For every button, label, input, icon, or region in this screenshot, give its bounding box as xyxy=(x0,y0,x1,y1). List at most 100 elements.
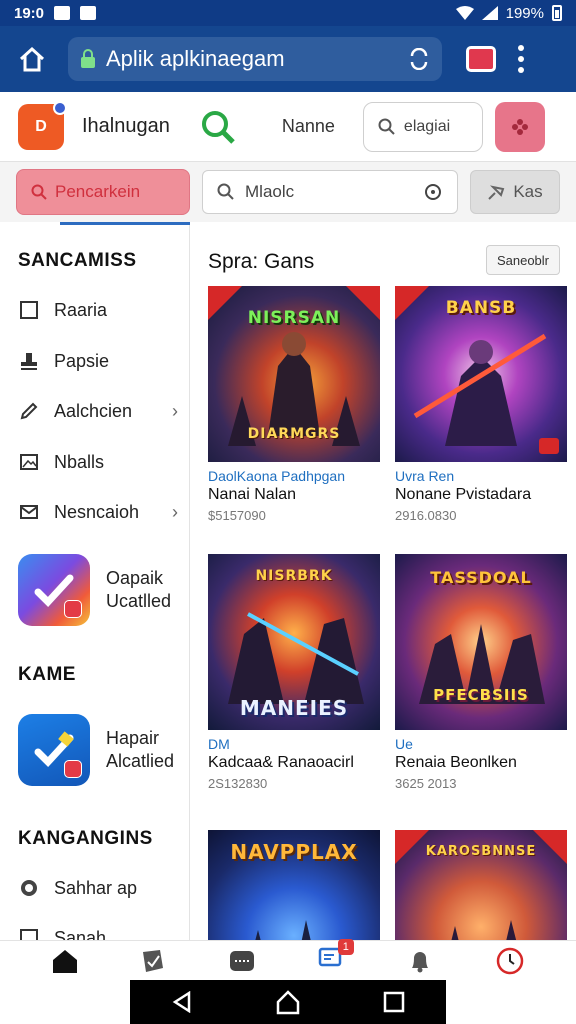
logo-text: D xyxy=(35,117,47,135)
status-time: 19:0 xyxy=(14,4,45,22)
url-bar[interactable]: Aplik aplkinaegam xyxy=(68,37,442,81)
game-cover-title: NISRBRK xyxy=(255,568,333,584)
game-price: 2916.0830 xyxy=(395,508,457,523)
tabs-button[interactable] xyxy=(466,46,496,72)
search-input[interactable]: Mlaolc xyxy=(202,170,458,214)
system-nav-bar xyxy=(130,980,446,1024)
game-name: Renaia Beonlken xyxy=(395,754,517,771)
game-name: Kadcaa& Ranaoacirl xyxy=(208,754,354,771)
search-icon[interactable] xyxy=(200,109,236,145)
game-cover-title: TASSDOAL xyxy=(430,568,532,587)
register-button[interactable]: elagiai xyxy=(362,101,483,152)
register-label: elagiai xyxy=(403,117,451,135)
app-header: D Ihalnugan Nanne elagiai xyxy=(0,92,576,162)
settings-button[interactable] xyxy=(494,101,545,152)
game-cover-title: BANSB xyxy=(445,298,517,318)
game-name: Nonane Pvistadara xyxy=(395,486,532,503)
page-title: Spra: Gans xyxy=(208,250,315,273)
app-label: Hapair Alcatlied xyxy=(106,727,175,771)
wifi-icon xyxy=(455,6,474,20)
game-cover-subtitle: DIARMGRS xyxy=(247,426,341,442)
reload-icon[interactable] xyxy=(408,48,430,70)
main-content: Spra: Gans Saneoblr NISRSAN DIARMGRS Dao… xyxy=(190,222,576,940)
home-icon[interactable] xyxy=(51,948,79,974)
game-card[interactable]: TASSDOAL PFECBSIIS Ue Renaia Beonlken 36… xyxy=(395,554,567,791)
pin-icon xyxy=(488,185,505,200)
book-icon[interactable] xyxy=(140,948,166,974)
sidebar-item-sahhar[interactable]: Sahhar ap xyxy=(18,870,178,906)
overflow-menu-button[interactable] xyxy=(518,45,524,73)
sort-button[interactable]: Saneoblr xyxy=(486,245,560,275)
game-name: Nanai Nalan xyxy=(208,486,297,503)
sidebar-item-label: Aalchcien xyxy=(54,400,133,421)
game-cover-title: KAROSBNNSE xyxy=(425,844,537,859)
nav-spacer-left xyxy=(0,980,130,1024)
bell-icon[interactable] xyxy=(407,948,433,974)
app-label: Oapaik Ucatlled xyxy=(106,567,172,611)
sidebar-item-nballs[interactable]: Nballs xyxy=(18,444,178,480)
sidebar-section-title: KANGANGINS xyxy=(18,828,153,849)
check-app-icon xyxy=(18,554,90,626)
game-cover-title: NISRSAN xyxy=(247,308,341,328)
clock-icon[interactable] xyxy=(495,946,525,976)
game-card[interactable]: NISRSAN DIARMGRS DaolKaona Padhpgan Nana… xyxy=(208,286,380,523)
logo-dot-icon xyxy=(53,100,67,115)
messages-badge: 1 xyxy=(337,939,354,955)
game-price: $5157090 xyxy=(208,508,266,523)
tab-underline xyxy=(60,222,190,225)
game-developer: DM xyxy=(208,736,230,752)
sidebar-item-nesncaioh[interactable]: Nesncaioh › xyxy=(18,494,178,530)
coin-icon xyxy=(18,877,40,899)
browser-toolbar: Aplik aplkinaegam xyxy=(0,26,576,92)
game-card[interactable]: BANSB Uvra Ren Nonane Pvistadara 2916.08… xyxy=(395,286,567,523)
chevron-right-icon: › xyxy=(172,501,178,522)
stamp-icon xyxy=(18,350,40,372)
app-title: Ihalnugan xyxy=(82,115,170,137)
filter-button[interactable]: Kas xyxy=(470,170,560,214)
messages-button[interactable]: 1 xyxy=(318,939,354,976)
search-input-value: Mlaolc xyxy=(245,182,295,201)
game-card[interactable]: NAVPPLAX xyxy=(208,830,380,940)
search-icon xyxy=(378,118,395,135)
game-cover-image: TASSDOAL PFECBSIIS xyxy=(395,554,567,730)
game-card[interactable]: NISRBRK MANEIES DM Kadcaa& Ranaoacirl 2S… xyxy=(208,554,380,791)
home-icon xyxy=(19,46,45,72)
check-app-icon xyxy=(18,714,90,786)
game-cover-image: NISRSAN DIARMGRS xyxy=(208,286,380,462)
game-card[interactable]: KAROSBNNSE xyxy=(395,830,567,940)
game-cover-image: NAVPPLAX xyxy=(208,830,380,940)
sidebar-app-2[interactable]: Hapair Alcatlied xyxy=(18,712,188,788)
game-developer: Ue xyxy=(395,736,413,752)
back-icon[interactable] xyxy=(171,991,193,1013)
sidebar-item-label: Nballs xyxy=(54,451,105,472)
home-button[interactable] xyxy=(12,39,52,79)
ticket-icon[interactable] xyxy=(228,948,256,974)
game-cover-image: KAROSBNNSE xyxy=(395,830,567,940)
pencil-icon xyxy=(18,400,40,422)
url-text: Aplik aplkinaegam xyxy=(106,46,285,71)
sidebar-section-title: KAME xyxy=(18,664,76,685)
chevron-right-icon: › xyxy=(172,400,178,421)
nav-spacer-right xyxy=(446,980,576,1024)
mail-icon xyxy=(18,501,40,523)
search-icon xyxy=(31,184,47,200)
square-icon xyxy=(18,299,40,321)
sidebar-section-title: SANCAMISS xyxy=(18,250,137,271)
battery-icon xyxy=(552,5,562,21)
status-bar: 19:0 199% xyxy=(0,0,576,26)
game-cover-image: NISRBRK MANEIES xyxy=(208,554,380,730)
name-link[interactable]: Nanne xyxy=(282,116,335,137)
sidebar-item-papsie[interactable]: Papsie xyxy=(18,343,178,379)
sidebar-item-label: Papsie xyxy=(54,350,110,371)
sidebar-item-aalchcien[interactable]: Aalchcien › xyxy=(18,393,178,429)
recents-icon[interactable] xyxy=(383,991,405,1013)
sidebar-item-raaria[interactable]: Raaria xyxy=(18,292,178,328)
target-icon[interactable] xyxy=(423,182,443,202)
app-logo[interactable]: D xyxy=(18,100,67,150)
image-icon xyxy=(18,451,40,473)
search-tab[interactable]: Pencarkein xyxy=(16,169,190,215)
sidebar-app-1[interactable]: Oapaik Ucatlled xyxy=(18,552,188,628)
signal-icon xyxy=(481,6,498,20)
flower-icon xyxy=(511,118,528,135)
home-circle-icon[interactable] xyxy=(275,989,301,1015)
